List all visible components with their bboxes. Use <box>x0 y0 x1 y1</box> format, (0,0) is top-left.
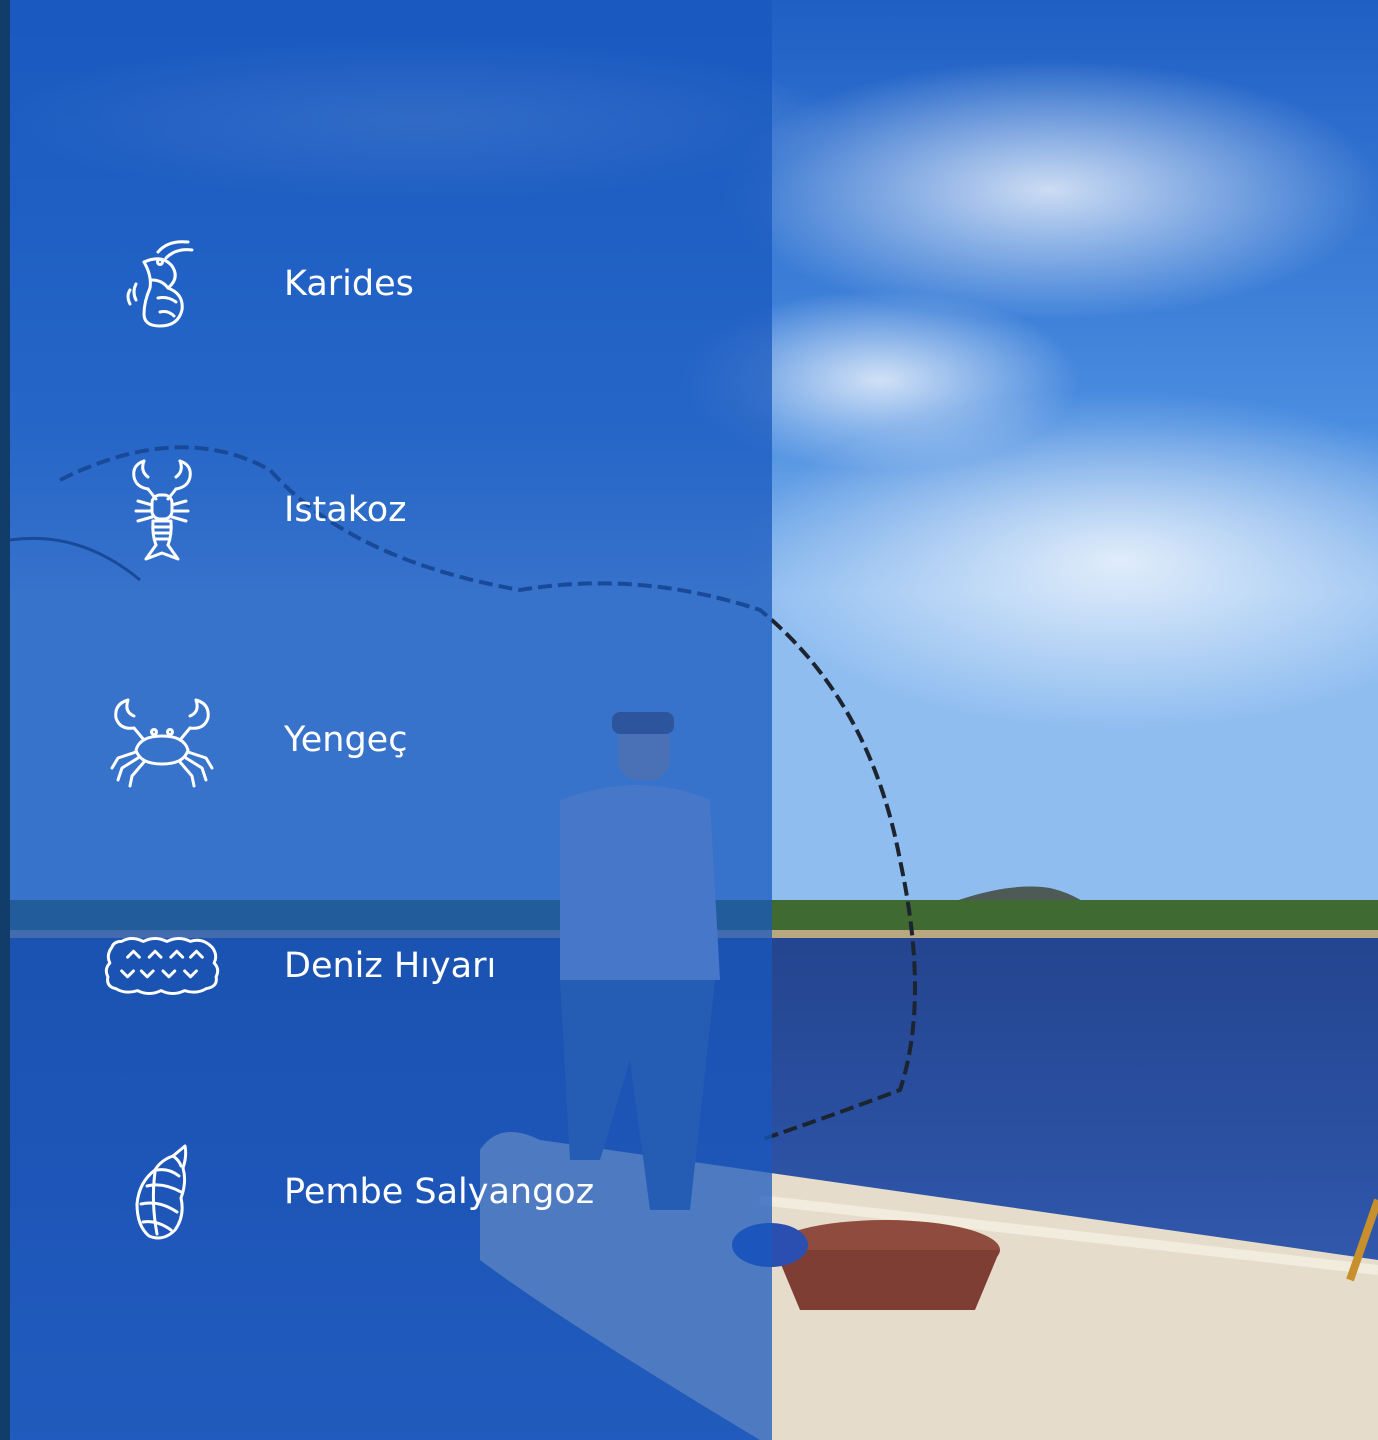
bucket-body <box>775 1250 1000 1310</box>
species-label: Deniz Hıyarı <box>284 946 497 986</box>
shrimp-icon <box>102 224 222 344</box>
species-item-yengec: Yengeç <box>10 680 772 800</box>
lobster-icon <box>102 450 222 570</box>
species-item-istakoz: Istakoz <box>10 450 772 570</box>
species-label: Istakoz <box>284 490 407 530</box>
crab-icon <box>102 680 222 800</box>
left-edge-strip <box>0 0 10 1440</box>
species-item-karides: Karides <box>10 224 772 344</box>
species-item-deniz-hiyari: Deniz Hıyarı <box>10 906 772 1026</box>
species-label: Karides <box>284 264 414 304</box>
species-label: Pembe Salyangoz <box>284 1172 595 1212</box>
species-panel: Karides Istakoz Yengeç Deniz Hıyarı Pemb… <box>10 0 772 1440</box>
conch-shell-icon <box>102 1132 222 1252</box>
species-item-pembe-salyangoz: Pembe Salyangoz <box>10 1132 772 1252</box>
sea-cucumber-icon <box>102 906 222 1026</box>
species-label: Yengeç <box>284 720 408 760</box>
